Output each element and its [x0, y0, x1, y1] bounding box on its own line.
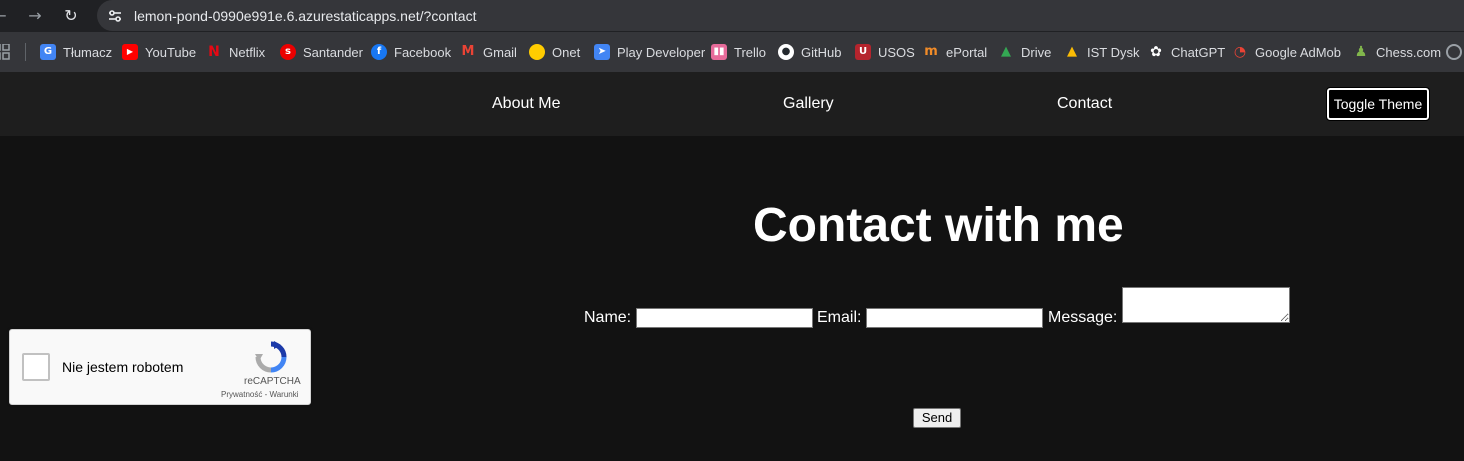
bookmark-play-developer[interactable]: ➤ Play Developer — [594, 42, 705, 62]
bookmark-trello[interactable]: ▮▮ Trello — [711, 42, 766, 62]
chatgpt-icon: ✿ — [1150, 44, 1162, 60]
message-textarea[interactable] — [1122, 287, 1290, 323]
globe-icon[interactable] — [1446, 44, 1462, 60]
bookmarks-separator — [25, 43, 26, 61]
bookmark-label: YouTube — [145, 44, 197, 60]
recaptcha-widget: Nie jestem robotem reCAPTCHA Prywatność … — [9, 329, 311, 405]
google-drive-icon: ▲ — [1001, 44, 1011, 59]
bookmark-label: Gmail — [483, 44, 517, 60]
bookmark-label: USOS — [878, 44, 915, 60]
message-label: Message: — [1048, 309, 1118, 326]
recaptcha-brand: reCAPTCHA — [244, 376, 301, 387]
apps-grid-icon[interactable] — [0, 44, 10, 60]
recaptcha-logo-icon — [255, 341, 287, 373]
eportal-icon: m — [924, 44, 938, 59]
bookmark-chatgpt[interactable]: ✿ ChatGPT — [1148, 42, 1225, 62]
admob-icon: ◔ — [1233, 44, 1247, 60]
bookmark-tlumacz[interactable]: G Tłumacz — [40, 42, 112, 62]
bookmark-ist-dysk[interactable]: ▲ IST Dysk — [1064, 42, 1140, 62]
recaptcha-label: Nie jestem robotem — [62, 359, 184, 375]
bookmark-label: Trello — [734, 44, 767, 60]
netflix-icon: N — [208, 44, 220, 60]
recaptcha-checkbox[interactable] — [22, 353, 50, 381]
chess-icon: ♟ — [1354, 44, 1368, 60]
google-drive-icon: ▲ — [1067, 44, 1077, 59]
bookmark-google-admob[interactable]: ◔ Google AdMob — [1232, 42, 1341, 62]
bookmark-netflix[interactable]: N Netflix — [206, 42, 265, 62]
santander-icon: s — [280, 44, 296, 60]
usos-icon: U — [855, 44, 871, 60]
bookmark-label: Netflix — [229, 44, 266, 60]
youtube-icon: ▶ — [122, 44, 138, 60]
page-title: Contact with me — [753, 199, 1124, 252]
nav-contact-link[interactable]: Contact — [1057, 94, 1112, 114]
bookmark-label: Drive — [1021, 44, 1052, 60]
nav-about-link[interactable]: About Me — [492, 94, 560, 114]
bookmark-label: Google AdMob — [1255, 44, 1342, 60]
bookmark-chess[interactable]: ♟ Chess.com — [1353, 42, 1441, 62]
toggle-theme-button[interactable]: Toggle Theme — [1326, 87, 1430, 121]
site-nav: About Me Gallery Contact — [0, 72, 1464, 136]
gmail-icon: M — [461, 44, 475, 59]
bookmark-label: ePortal — [946, 44, 988, 60]
bookmark-usos[interactable]: U USOS — [855, 42, 915, 62]
onet-icon — [529, 44, 545, 60]
forward-arrow-icon[interactable]: → — [23, 4, 47, 28]
bookmark-drive[interactable]: ▲ Drive — [998, 42, 1051, 62]
bookmark-label: ChatGPT — [1171, 44, 1226, 60]
nav-gallery-link[interactable]: Gallery — [783, 94, 834, 114]
bookmark-gmail[interactable]: M Gmail — [460, 42, 517, 62]
bookmark-label: Chess.com — [1376, 44, 1442, 60]
name-input[interactable] — [636, 308, 813, 328]
github-icon: ● — [778, 44, 794, 60]
bookmark-label: Santander — [303, 44, 363, 60]
bookmark-facebook[interactable]: f Facebook — [371, 42, 451, 62]
site-info-icon[interactable] — [106, 7, 124, 25]
trello-icon: ▮▮ — [711, 44, 727, 60]
bookmark-label: Onet — [552, 44, 581, 60]
email-label: Email: — [817, 309, 862, 326]
bookmark-label: Tłumacz — [63, 44, 113, 60]
send-button[interactable]: Send — [913, 408, 961, 428]
reload-icon[interactable]: ↻ — [59, 4, 83, 28]
bookmark-label: Play Developer — [617, 44, 706, 60]
bookmark-santander[interactable]: s Santander — [280, 42, 363, 62]
back-arrow-icon[interactable]: ← — [0, 4, 12, 28]
email-input[interactable] — [866, 308, 1043, 328]
bookmarks-bar: G Tłumacz ▶ YouTube N Netflix s Santande… — [0, 32, 1464, 72]
bookmark-youtube[interactable]: ▶ YouTube — [122, 42, 196, 62]
bookmark-github[interactable]: ● GitHub — [778, 42, 841, 62]
browser-toolbar: ← → ↻ lemon-pond-0990e991e.6.azurestatic… — [0, 0, 1464, 32]
bookmark-label: IST Dysk — [1087, 44, 1140, 60]
bookmark-onet[interactable]: Onet — [529, 42, 580, 62]
url-text[interactable]: lemon-pond-0990e991e.6.azurestaticapps.n… — [134, 7, 476, 25]
play-developer-icon: ➤ — [594, 44, 610, 60]
facebook-icon: f — [371, 44, 387, 60]
bookmark-label: Facebook — [394, 44, 452, 60]
recaptcha-links[interactable]: Prywatność - Warunki — [221, 390, 299, 400]
bookmark-label: GitHub — [801, 44, 842, 60]
google-translate-icon: G — [40, 44, 56, 60]
bookmark-eportal[interactable]: m ePortal — [923, 42, 987, 62]
name-label: Name: — [584, 309, 632, 326]
